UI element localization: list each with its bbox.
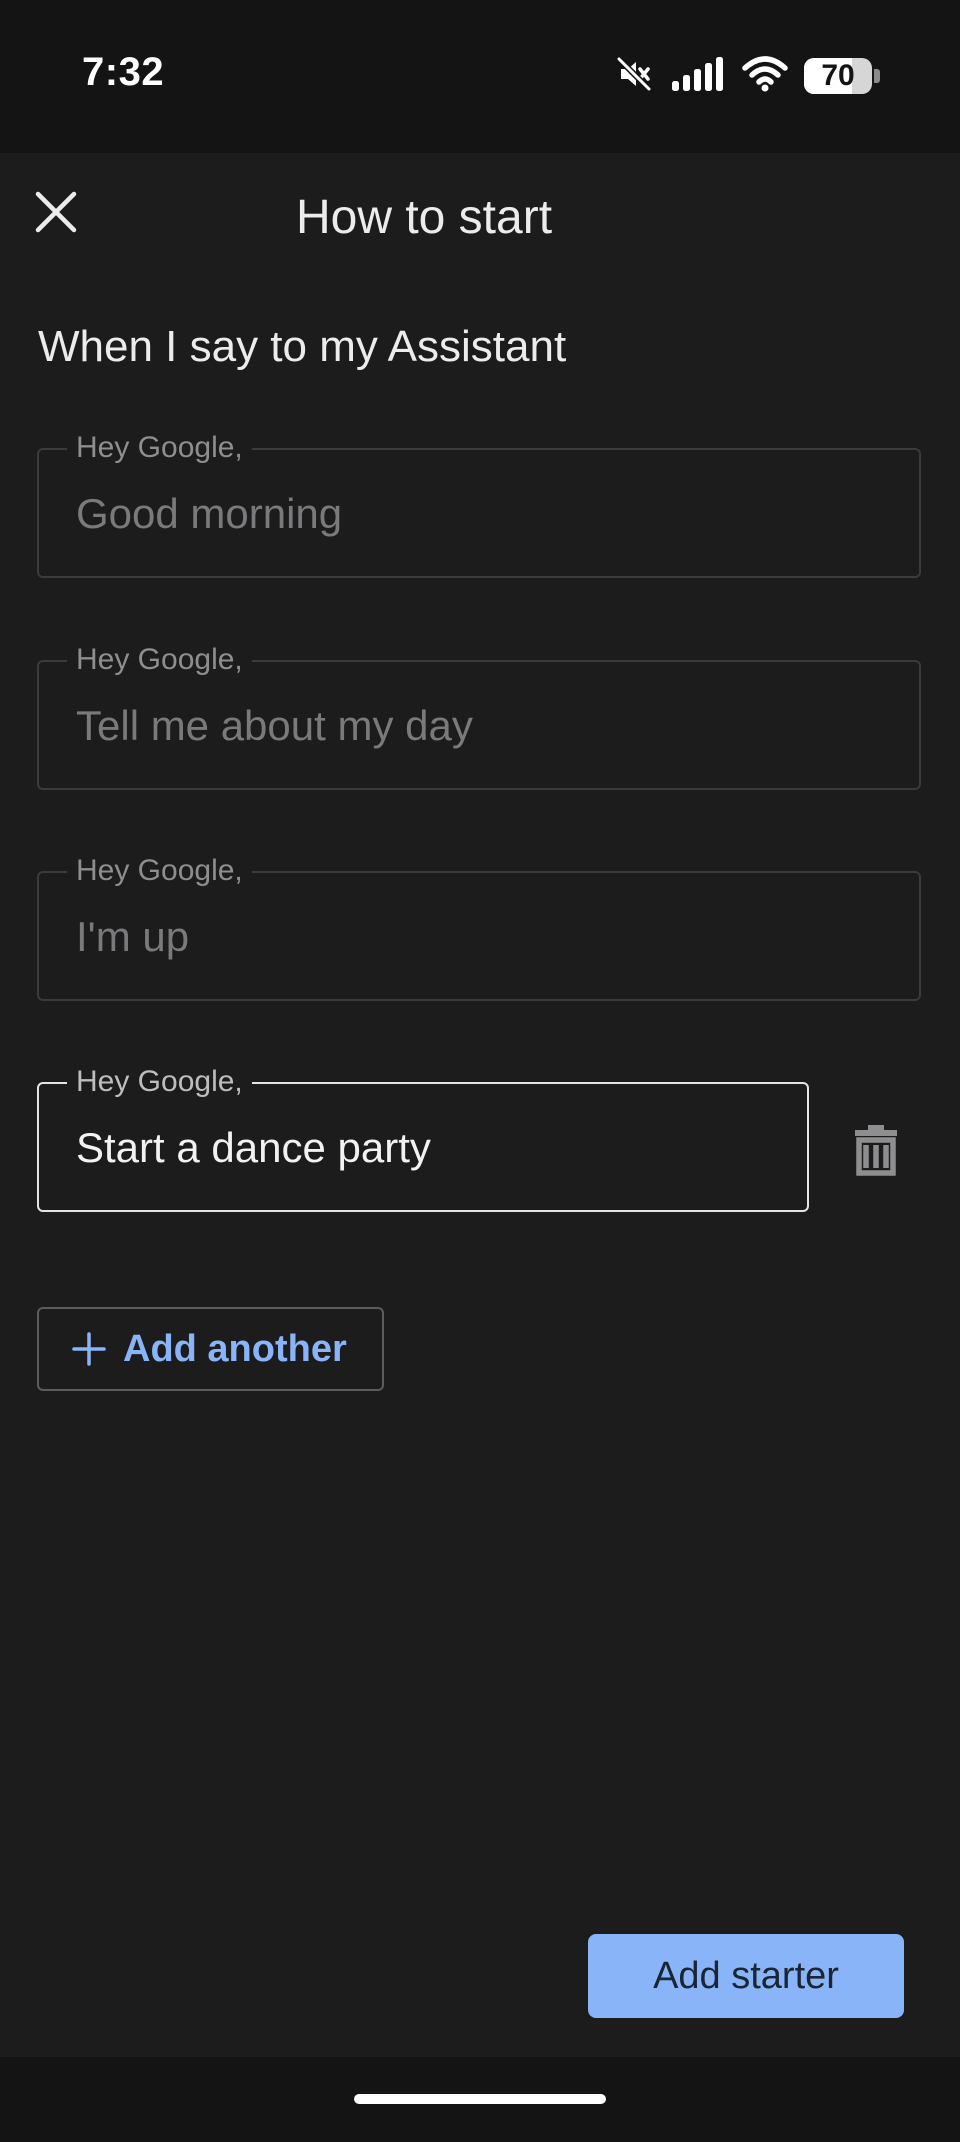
signal-icon (670, 54, 726, 99)
status-bar: 7:32 70 (0, 0, 960, 153)
plus-icon (72, 1332, 106, 1366)
section-label: When I say to my Assistant (38, 322, 567, 371)
field-value: Start a dance party (76, 1124, 431, 1171)
status-time: 7:32 (82, 50, 165, 94)
delete-starter-button[interactable] (846, 1120, 906, 1180)
mute-icon (614, 54, 654, 99)
field-placeholder: I'm up (76, 913, 190, 960)
add-another-button[interactable]: Add another (37, 1307, 384, 1391)
status-icons: 70 (614, 52, 880, 100)
trash-icon (855, 1125, 897, 1176)
starter-field-3[interactable]: Hey Google, I'm up (37, 851, 921, 1001)
add-starter-button[interactable]: Add starter (588, 1934, 904, 2018)
starter-field-2[interactable]: Hey Google, Tell me about my day (37, 640, 921, 790)
starter-field-1[interactable]: Hey Google, Good morning (37, 428, 921, 578)
starter-field-4[interactable]: Hey Google, Start a dance party (37, 1062, 809, 1212)
field-prefix-label: Hey Google, (67, 1062, 252, 1102)
field-prefix-label: Hey Google, (67, 851, 252, 891)
navigation-bar (0, 2057, 960, 2142)
home-indicator[interactable] (354, 2094, 606, 2104)
battery-icon: 70 (804, 58, 872, 94)
screen: 7:32 70 How to start When I say to my As… (0, 0, 960, 2142)
wifi-icon (742, 54, 788, 99)
field-prefix-label: Hey Google, (67, 428, 252, 468)
field-placeholder: Tell me about my day (76, 702, 473, 749)
battery-nub (874, 69, 880, 83)
field-prefix-label: Hey Google, (67, 640, 252, 680)
battery-level: 70 (821, 59, 855, 92)
field-placeholder: Good morning (76, 490, 343, 537)
page-title: How to start (295, 191, 553, 244)
add-another-label: Add another (123, 1327, 347, 1370)
